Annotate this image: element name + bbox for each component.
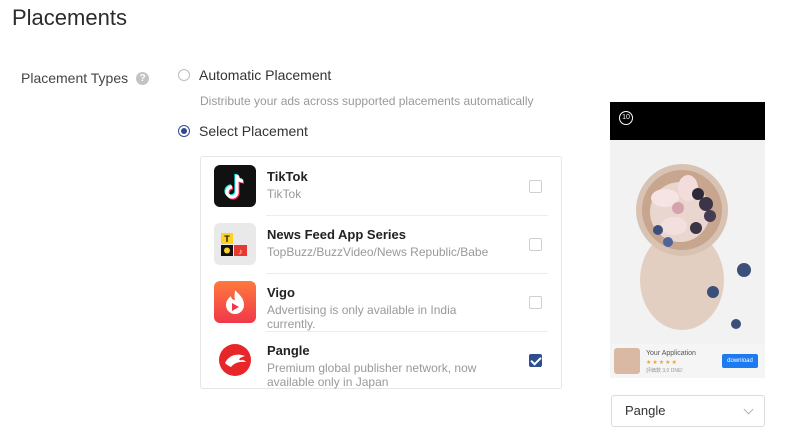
placement-description: TikTok	[267, 187, 302, 201]
placement-types-label-text: Placement Types	[21, 70, 129, 86]
timer-icon: 10	[619, 111, 633, 125]
preview-ad-bar: Your Application ★★★★★ 評価数 3,0 DNE! down…	[610, 344, 765, 378]
rating-stars-icon: ★★★★★	[646, 360, 678, 366]
page-title: Placements	[12, 5, 127, 30]
radio-label[interactable]: Select Placement	[199, 123, 308, 139]
placement-item-news-feed[interactable]: T ♪ News Feed App Series TopBuzz/BuzzVid…	[201, 215, 561, 273]
placement-name: News Feed App Series	[267, 227, 406, 242]
radio-button-selected-icon[interactable]	[178, 125, 190, 137]
select-value: Pangle	[625, 403, 666, 418]
app-thumbnail	[614, 348, 640, 374]
pangle-icon	[214, 339, 256, 381]
placement-types-label: Placement Types ?	[21, 70, 150, 86]
placement-name: Vigo	[267, 285, 295, 300]
placement-item-vigo[interactable]: Vigo Advertising is only available in In…	[201, 273, 561, 331]
preview-placement-select[interactable]: Pangle	[611, 395, 765, 427]
download-button[interactable]: download	[722, 354, 758, 368]
news-feed-icon: T ♪	[214, 223, 256, 265]
placement-name: Pangle	[267, 343, 310, 358]
chevron-down-icon	[743, 404, 754, 415]
ad-preview: 10 Your Application ★★★★★ 評価数 3,0 DNE! d…	[610, 102, 765, 378]
preview-image	[610, 140, 765, 344]
placement-description: Advertising is only available in India c…	[267, 303, 457, 331]
placement-item-tiktok[interactable]: TikTok TikTok	[201, 157, 561, 215]
placement-description: TopBuzz/BuzzVideo/News Republic/Babe	[267, 245, 489, 259]
placement-checkbox[interactable]	[529, 296, 542, 309]
placement-checkbox[interactable]	[529, 238, 542, 251]
svg-text:♪: ♪	[239, 247, 243, 256]
placement-checkbox-checked[interactable]	[529, 354, 542, 367]
placement-name: TikTok	[267, 169, 308, 184]
radio-label[interactable]: Automatic Placement	[199, 67, 331, 83]
placement-checkbox[interactable]	[529, 180, 542, 193]
tiktok-icon	[214, 165, 256, 207]
ad-meta-text: 評価数 3,0 DNE!	[646, 368, 683, 374]
placement-description: Premium global publisher network, now av…	[267, 361, 477, 389]
radio-button-icon[interactable]	[178, 69, 190, 81]
help-icon[interactable]: ?	[136, 71, 150, 85]
ad-app-title: Your Application	[646, 350, 696, 357]
automatic-placement-description: Distribute your ads across supported pla…	[200, 94, 534, 108]
vigo-icon	[214, 281, 256, 323]
radio-select-placement[interactable]: Select Placement	[178, 123, 308, 139]
placement-item-pangle[interactable]: Pangle Premium global publisher network,…	[201, 331, 561, 389]
svg-text:T: T	[224, 234, 230, 244]
radio-automatic-placement[interactable]: Automatic Placement	[178, 67, 331, 83]
placement-list: TikTok TikTok T ♪ News Feed App Series T…	[200, 156, 562, 389]
